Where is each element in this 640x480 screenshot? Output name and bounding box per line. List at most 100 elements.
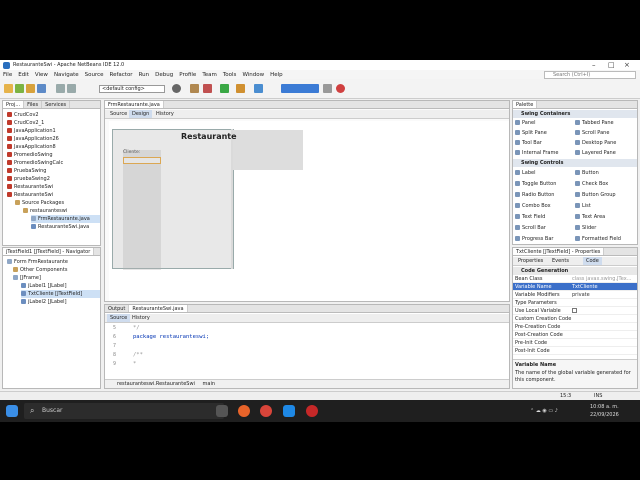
palette-item-tabbed-pane[interactable]: Tabbed Pane	[575, 118, 635, 128]
palette-item-radio-button[interactable]: Radio Button	[515, 190, 575, 200]
taskbar-search[interactable]: ⌕ Buscar	[24, 403, 224, 419]
menu-refactor[interactable]: Refactor	[110, 72, 133, 78]
stop-icon[interactable]	[336, 84, 345, 93]
editor-tab[interactable]: FrmRestaurante.java	[105, 101, 164, 108]
tab-properties[interactable]: Properties	[515, 257, 546, 265]
property-row[interactable]: Post-Creation Code	[513, 331, 637, 339]
palette-item-split-pane[interactable]: Split Pane	[515, 128, 575, 138]
project-item[interactable]: PruebaSwing	[7, 167, 100, 175]
palette-item-text-area[interactable]: Text Area	[575, 212, 635, 222]
palette-item-label[interactable]: Label	[515, 168, 575, 178]
menu-team[interactable]: Team	[202, 72, 217, 78]
property-row[interactable]: Variable Name TxtCliente	[513, 283, 637, 291]
config-select[interactable]: <default config>	[99, 85, 165, 93]
source-packages-node[interactable]: Source Packages	[15, 199, 100, 207]
project-item[interactable]: RestauranteSwi	[7, 183, 100, 191]
palette-item-internal-frame[interactable]: Internal Frame	[515, 148, 575, 158]
palette-section[interactable]: Swing Controls	[513, 159, 637, 167]
tab-restauranteswi-java[interactable]: RestauranteSwi.java	[129, 305, 188, 312]
tab-services[interactable]: Services	[42, 101, 71, 108]
property-row[interactable]: Pre-Creation Code	[513, 323, 637, 331]
open-project-icon[interactable]	[26, 84, 35, 93]
project-item[interactable]: JavaApplication26	[7, 135, 100, 143]
menu-run[interactable]: Run	[139, 72, 150, 78]
properties-section[interactable]: Code Generation	[513, 267, 637, 275]
project-item[interactable]: pruebaSwing2	[7, 175, 100, 183]
navigator-item[interactable]: jLabel1 [JLabel]	[21, 282, 100, 290]
property-row[interactable]: Custom Creation Code	[513, 315, 637, 323]
menu-navigate[interactable]: Navigate	[54, 72, 79, 78]
menu-source[interactable]: Source	[85, 72, 104, 78]
file-node-restauranteswi[interactable]: RestauranteSwi.java	[31, 223, 100, 231]
palette-item-layered-pane[interactable]: Layered Pane	[575, 148, 635, 158]
palette-item-button-group[interactable]: Button Group	[575, 190, 635, 200]
maximize-icon[interactable]: □	[608, 61, 615, 69]
project-item[interactable]: JavaApplication1	[7, 127, 100, 135]
palette-item-text-field[interactable]: Text Field	[515, 212, 575, 222]
new-project-icon[interactable]	[4, 84, 13, 93]
title-label[interactable]: Restaurante	[181, 132, 237, 141]
project-item[interactable]: JavaApplication8	[7, 143, 100, 151]
chrome-icon[interactable]	[260, 405, 272, 417]
build-icon[interactable]	[190, 84, 199, 93]
palette-item-toggle-button[interactable]: Toggle Button	[515, 179, 575, 189]
task-view-icon[interactable]	[216, 405, 228, 417]
breadcrumb-method[interactable]: main	[203, 381, 216, 387]
tab-source[interactable]: Source	[107, 110, 130, 118]
navigator-item[interactable]: jLabel2 [JLabel]	[21, 298, 100, 306]
menu-profile[interactable]: Profile	[179, 72, 196, 78]
search-input[interactable]: Search (Ctrl+I)	[544, 71, 636, 79]
tab-events[interactable]: Events	[549, 257, 572, 265]
property-row[interactable]: Bean Class class javax.swing.JTex...	[513, 275, 637, 283]
menu-help[interactable]: Help	[270, 72, 283, 78]
navigator-item[interactable]: Form FrmRestaurante	[7, 258, 100, 266]
property-row[interactable]: Variable Modifiers private	[513, 291, 637, 299]
design-canvas[interactable]: Restaurante Cliente:	[109, 121, 509, 301]
tab-code[interactable]: Code	[583, 257, 602, 265]
tray-icons[interactable]: ⌃ ☁ ◉ ▭ ♪	[530, 408, 558, 414]
navigator-item[interactable]: [JFrame]	[13, 274, 100, 282]
recorder-icon[interactable]	[306, 405, 318, 417]
tab-history[interactable]: History	[153, 110, 177, 118]
tab-history[interactable]: History	[129, 314, 153, 322]
settings-icon[interactable]	[172, 84, 181, 93]
jframe-form[interactable]: Restaurante Cliente:	[112, 129, 303, 270]
file-node-frmrestaurante[interactable]: FrmRestaurante.java	[31, 215, 100, 223]
redo-icon[interactable]	[67, 84, 76, 93]
minimize-icon[interactable]: –	[592, 61, 596, 69]
palette-item-panel[interactable]: Panel	[515, 118, 575, 128]
code-line[interactable]: *	[133, 361, 136, 367]
tab-output[interactable]: Output	[105, 305, 130, 312]
palette-item-scroll-pane[interactable]: Scroll Pane	[575, 128, 635, 138]
project-item[interactable]: PromedioSwingCalc	[7, 159, 100, 167]
menu-file[interactable]: File	[3, 72, 12, 78]
palette-item-list[interactable]: List	[575, 201, 635, 211]
close-icon[interactable]: ×	[624, 61, 630, 69]
package-node[interactable]: restauranteswi	[23, 207, 100, 215]
run-icon[interactable]	[220, 84, 229, 93]
menu-view[interactable]: View	[35, 72, 48, 78]
navigator-item[interactable]: TxtCliente [JTextField]	[21, 290, 100, 298]
profile-icon[interactable]	[254, 84, 263, 93]
code-line[interactable]: */	[133, 325, 140, 331]
clock-time[interactable]: 10:08 a. m.	[590, 404, 619, 410]
project-item[interactable]: CrudCov2_1	[7, 119, 100, 127]
palette-item-button[interactable]: Button	[575, 168, 635, 178]
new-file-icon[interactable]	[15, 84, 24, 93]
netbeans-taskbar-icon[interactable]	[283, 405, 295, 417]
tab-design[interactable]: Design	[129, 110, 153, 118]
menu-edit[interactable]: Edit	[18, 72, 29, 78]
memory-indicator[interactable]	[281, 84, 319, 93]
palette-item-tool-bar[interactable]: Tool Bar	[515, 138, 575, 148]
clean-build-icon[interactable]	[203, 84, 212, 93]
undo-icon[interactable]	[56, 84, 65, 93]
debug-icon[interactable]	[236, 84, 245, 93]
code-line[interactable]: /**	[133, 352, 143, 358]
breadcrumb-class[interactable]: restauranteswi.RestauranteSwi	[117, 381, 195, 387]
palette-item-desktop-pane[interactable]: Desktop Pane	[575, 138, 635, 148]
palette-section[interactable]: Swing Containers	[513, 110, 637, 118]
save-all-icon[interactable]	[37, 84, 46, 93]
project-item[interactable]: CrudCov2	[7, 111, 100, 119]
property-row[interactable]: Type Parameters	[513, 299, 637, 307]
menu-debug[interactable]: Debug	[155, 72, 173, 78]
